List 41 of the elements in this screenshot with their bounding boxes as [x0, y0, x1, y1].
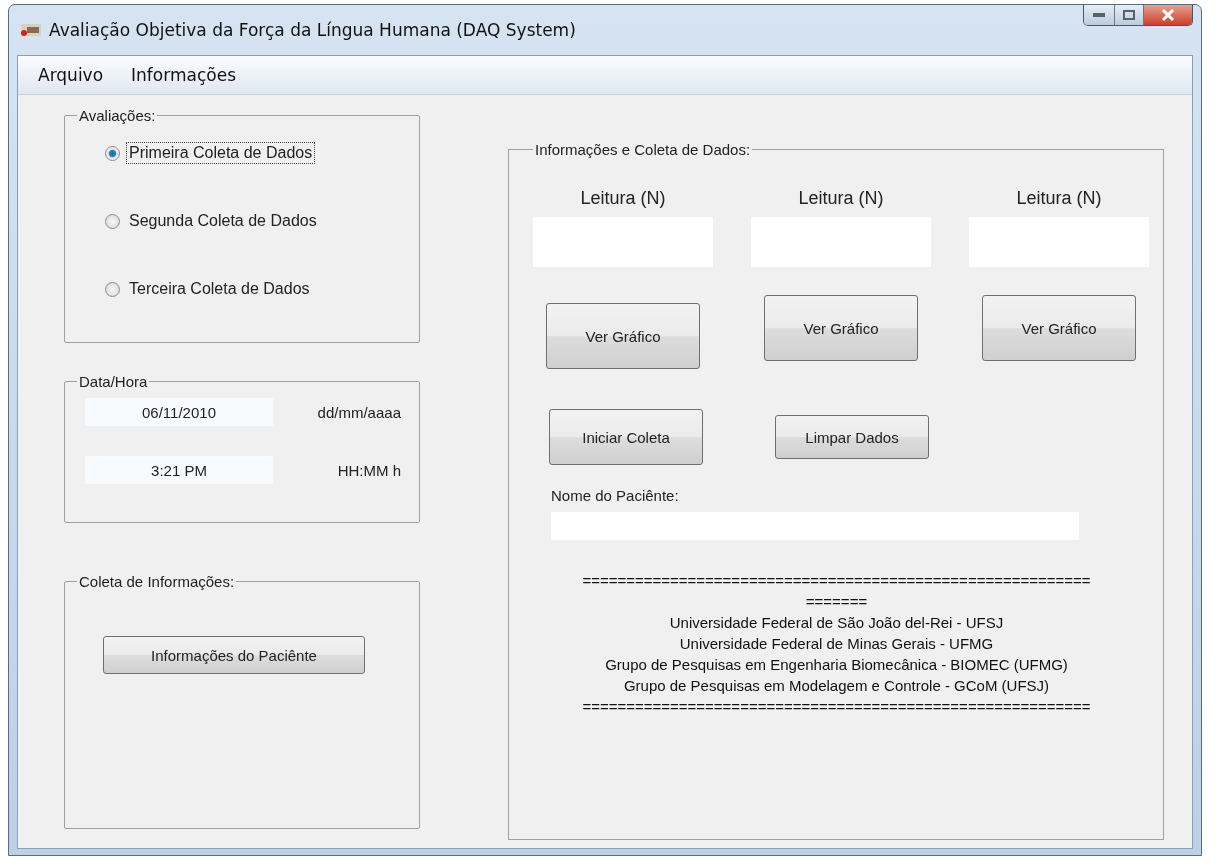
maximize-button[interactable]	[1114, 5, 1143, 25]
window-title: Avaliação Objetiva da Força da Língua Humana (DAQ System)	[49, 20, 577, 40]
reading-label: Leitura (N)	[798, 188, 884, 209]
close-icon	[1161, 9, 1175, 21]
app-icon	[21, 22, 41, 38]
menu-item[interactable]: Informações	[131, 65, 236, 85]
credits-line: Universidade Federal de São João del-Rei - UFSJ	[669, 613, 1004, 633]
group-title: Data/Hora	[78, 373, 149, 390]
radio-label[interactable]: Segunda Coleta de Dados	[126, 210, 320, 232]
group-title: Avaliações:	[78, 107, 157, 124]
start-button[interactable]: Iniciar Coleta	[549, 409, 703, 465]
credits-line: =======	[805, 592, 868, 612]
group-title: Informações e Coleta de Dados:	[534, 141, 752, 158]
radio-button[interactable]	[105, 145, 120, 161]
patient-info-button[interactable]: Informações do Paciênte	[103, 636, 365, 674]
menu-item[interactable]: Arquivo	[38, 65, 104, 85]
radio-button[interactable]	[105, 281, 120, 297]
minimize-button[interactable]	[1084, 5, 1114, 25]
close-button[interactable]	[1143, 5, 1192, 25]
format-label: dd/mm/aaaa	[317, 403, 401, 421]
radio-label[interactable]: Primeira Coleta de Dados	[126, 142, 316, 164]
value-field[interactable]: 06/11/2010	[85, 398, 273, 426]
chart-button[interactable]: Ver Gráfico	[764, 295, 918, 361]
field-label: Nome do Paciênte:	[551, 487, 680, 504]
group-title: Coleta de Informações:	[78, 573, 236, 590]
value-field[interactable]: 3:21 PM	[85, 456, 273, 484]
credits-line: Universidade Federal de Minas Gerais - UFMG	[679, 634, 994, 654]
credits-line: ==========================================================	[582, 697, 1091, 717]
reading-label: Leitura (N)	[1016, 188, 1102, 209]
clear-button[interactable]: Limpar Dados	[775, 415, 929, 459]
credits-line: ==========================================================	[582, 571, 1091, 591]
minimize-icon	[1093, 13, 1105, 17]
chart-button[interactable]: Ver Gráfico	[982, 295, 1136, 361]
chart-button[interactable]: Ver Gráfico	[546, 303, 700, 369]
radio-button[interactable]	[105, 213, 120, 229]
maximize-icon	[1123, 10, 1135, 20]
format-label: HH:MM h	[337, 461, 401, 479]
radio-label[interactable]: Terceira Coleta de Dados	[126, 278, 313, 300]
reading-label: Leitura (N)	[580, 188, 666, 209]
credits-line: Grupo de Pesquisas em Engenharia Biomecânica - BIOMEC (UFMG)	[605, 655, 1068, 675]
credits-line: Grupo de Pesquisas em Modelagem e Controle - GCoM (UFSJ)	[623, 676, 1050, 696]
